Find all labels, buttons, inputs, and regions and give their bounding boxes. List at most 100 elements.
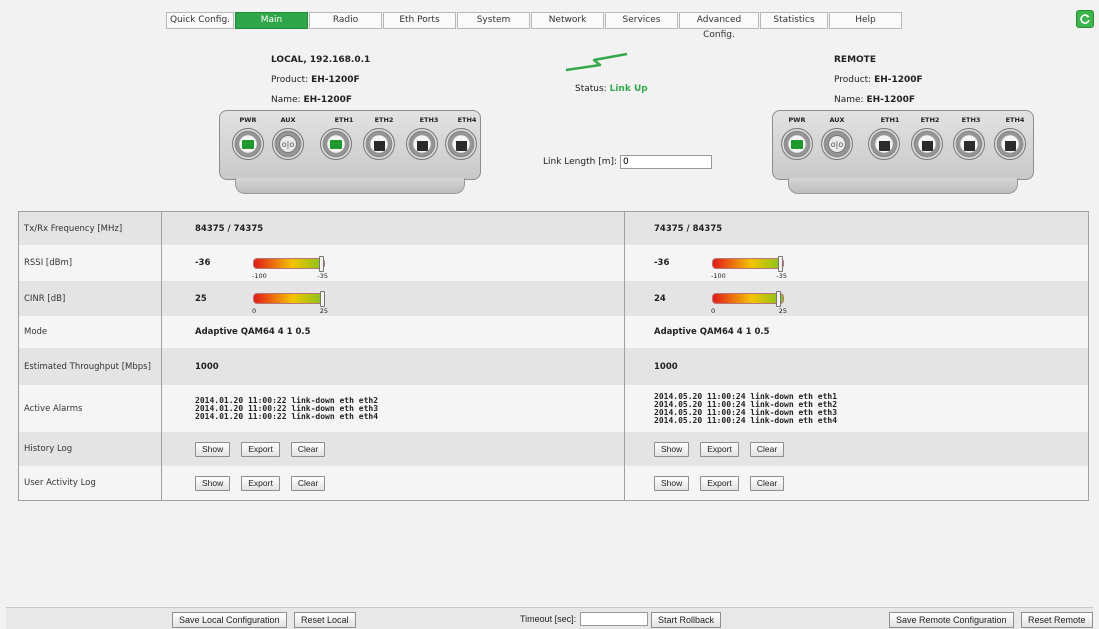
meter-marker	[777, 255, 783, 272]
link-length: Link Length [m]:	[543, 155, 713, 169]
port-label-eth3: ETH3	[961, 116, 981, 124]
alarm-entry: 2014.01.20 11:00:22 link-down eth eth4	[195, 411, 379, 421]
local-rssi-value: -36	[195, 258, 211, 268]
table-row: Tx/Rx Frequency [MHz] 84375 / 74375 7437…	[19, 212, 1088, 245]
local-history-export-button[interactable]: Export	[241, 441, 280, 457]
meter-min: 0	[252, 307, 257, 315]
remote-title: REMOTE	[834, 55, 876, 65]
aux-port[interactable]: o|o	[272, 128, 304, 160]
table-row: Estimated Throughput [Mbps] 1000 1000	[19, 348, 1088, 385]
bottom-toolbar: Save Local Configuration Reset Local Tim…	[6, 607, 1093, 629]
local-product-label: Product:	[271, 75, 309, 85]
port-label-eth3: ETH3	[419, 116, 439, 124]
save-local-button[interactable]: Save Local Configuration	[172, 612, 287, 628]
link-length-input[interactable]	[620, 155, 713, 169]
tab-system[interactable]: System	[457, 12, 530, 29]
local-activity-clear-button[interactable]: Clear	[290, 475, 326, 491]
remote-cinr-value: 24	[654, 293, 666, 304]
local-device-panel: PWR AUX ETH1 ETH2 ETH3 ETH4 o|o	[219, 110, 481, 196]
local-activity-show-button[interactable]: Show	[195, 475, 231, 491]
row-label-cinr: CINR [dB]	[19, 281, 162, 316]
remote-device-panel: PWR AUX ETH1 ETH2 ETH3 ETH4 o|o	[772, 110, 1034, 196]
local-history-show-button[interactable]: Show	[195, 441, 231, 457]
pwr-port[interactable]	[781, 128, 813, 160]
tab-network[interactable]: Network	[531, 12, 604, 29]
meter-max: -35	[776, 271, 787, 280]
tab-main[interactable]: Main	[235, 12, 308, 29]
remote-history-clear-button[interactable]: Clear	[749, 441, 785, 457]
refresh-button[interactable]	[1076, 10, 1094, 28]
row-label-rssi: RSSI [dBm]	[19, 245, 162, 281]
meter-marker	[320, 291, 325, 307]
tab-services[interactable]: Services	[605, 12, 678, 29]
meter-max: -35	[317, 271, 328, 280]
timeout-input[interactable]	[580, 612, 648, 626]
remote-throughput: 1000	[654, 361, 678, 372]
port-label-eth4: ETH4	[457, 116, 477, 124]
eth3-port[interactable]	[953, 128, 985, 160]
meter-min: -100	[252, 271, 267, 280]
remote-rssi-value: -36	[654, 258, 670, 268]
table-row: User Activity Log Show Export Clear Show…	[19, 466, 1088, 500]
local-cinr-meter: 0 25	[252, 291, 328, 315]
remote-mode: Adaptive QAM64 4 1 0.5	[654, 327, 770, 337]
local-throughput: 1000	[162, 348, 625, 385]
row-label-mode: Mode	[19, 316, 162, 348]
tab-statistics[interactable]: Statistics	[760, 12, 828, 29]
radio-link-icon	[565, 52, 628, 72]
remote-product-label: Product:	[834, 75, 872, 85]
pwr-port[interactable]	[232, 128, 264, 160]
status-value: Link Up	[609, 84, 648, 94]
local-alarm-list: 2014.01.20 11:00:22 link-down eth eth2 2…	[195, 396, 379, 421]
local-activity-export-button[interactable]: Export	[241, 475, 280, 491]
local-frequency: 84375 / 74375	[162, 212, 625, 245]
start-rollback-button[interactable]: Start Rollback	[651, 612, 722, 628]
eth4-port[interactable]	[994, 128, 1026, 160]
link-length-label: Link Length [m]:	[543, 157, 618, 167]
link-status-table: Tx/Rx Frequency [MHz] 84375 / 74375 7437…	[18, 211, 1089, 501]
port-label-eth2: ETH2	[374, 116, 394, 124]
local-name: EH-1200F	[303, 95, 353, 105]
remote-history-export-button[interactable]: Export	[700, 441, 739, 457]
save-remote-button[interactable]: Save Remote Configuration	[889, 612, 1014, 628]
remote-name: EH-1200F	[866, 95, 916, 105]
eth2-port[interactable]	[363, 128, 395, 160]
local-cinr-value: 25	[195, 293, 207, 304]
tab-help[interactable]: Help	[829, 12, 902, 29]
port-label-pwr: PWR	[788, 116, 806, 124]
tab-radio[interactable]: Radio	[309, 12, 382, 29]
local-history-clear-button[interactable]: Clear	[290, 441, 326, 457]
remote-frequency: 74375 / 84375	[654, 223, 723, 234]
local-info: LOCAL, 192.168.0.1 Product: EH-1200F Nam…	[271, 50, 370, 110]
eth2-port[interactable]	[911, 128, 943, 160]
reset-remote-button[interactable]: Reset Remote	[1021, 612, 1093, 628]
remote-rssi-meter: -100 -35	[711, 255, 787, 280]
reset-local-button[interactable]: Reset Local	[294, 612, 356, 628]
table-row: Mode Adaptive QAM64 4 1 0.5 Adaptive QAM…	[19, 316, 1088, 348]
remote-activity-clear-button[interactable]: Clear	[749, 475, 785, 491]
meter-max: 25	[778, 307, 787, 315]
remote-history-show-button[interactable]: Show	[654, 441, 690, 457]
eth3-port[interactable]	[406, 128, 438, 160]
row-label-alarms: Active Alarms	[19, 385, 162, 432]
row-label-frequency: Tx/Rx Frequency [MHz]	[19, 212, 162, 245]
local-mode: Adaptive QAM64 4 1 0.5	[162, 316, 625, 348]
tab-eth-ports[interactable]: Eth Ports	[383, 12, 456, 29]
eth1-port[interactable]	[868, 128, 900, 160]
remote-activity-export-button[interactable]: Export	[700, 475, 739, 491]
port-label-aux: AUX	[829, 116, 845, 124]
meter-max: 25	[319, 307, 328, 315]
port-label-aux: AUX	[280, 116, 296, 124]
remote-cinr-meter: 0 25	[711, 291, 787, 315]
table-row: RSSI [dBm] -36 -100 -35 -36 -100 -35	[19, 245, 1088, 281]
tab-advanced-config[interactable]: Advanced Config.	[679, 12, 759, 40]
local-name-label: Name:	[271, 95, 301, 105]
tab-quick-config[interactable]: Quick Config.	[166, 12, 234, 29]
table-row: Active Alarms 2014.01.20 11:00:22 link-d…	[19, 385, 1088, 432]
eth1-port[interactable]	[320, 128, 352, 160]
eth4-port[interactable]	[445, 128, 477, 160]
table-row: History Log Show Export Clear Show Expor…	[19, 432, 1088, 466]
remote-info: REMOTE Product: EH-1200F Name: EH-1200F	[834, 50, 923, 110]
remote-activity-show-button[interactable]: Show	[654, 475, 690, 491]
aux-port[interactable]: o|o	[821, 128, 853, 160]
